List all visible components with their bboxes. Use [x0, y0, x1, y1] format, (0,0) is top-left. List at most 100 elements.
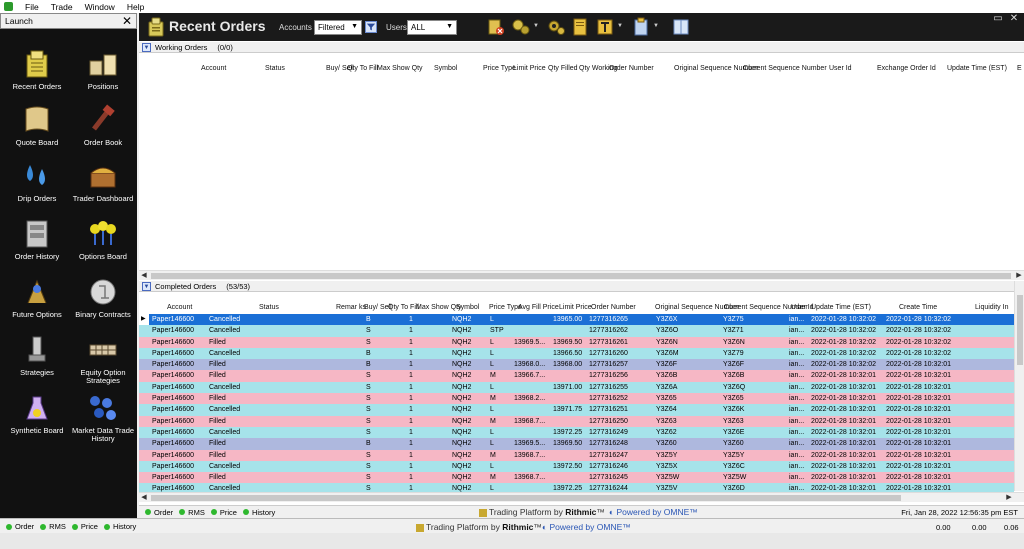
- menu-file[interactable]: File: [19, 2, 45, 12]
- table-row[interactable]: Paper146600 Filled S 1 NQH2 M 13968.7... 127731…: [139, 472, 1014, 484]
- scroll-left-icon[interactable]: ◀: [139, 493, 149, 503]
- completed-col-header[interactable]: Create Time: [899, 304, 937, 312]
- cancel-orders-icon[interactable]: [486, 17, 506, 37]
- table-row[interactable]: Paper146600 Cancelled S 1 NQH2 L 13971.75 12773…: [139, 404, 1014, 416]
- settings-gears-icon[interactable]: [546, 17, 566, 37]
- working-col-header[interactable]: Symbol: [434, 65, 457, 73]
- working-col-header[interactable]: Limit Price: [513, 65, 546, 73]
- menu-trade[interactable]: Trade: [45, 2, 79, 12]
- accounts-filter-button[interactable]: [365, 21, 377, 33]
- cell-user: ian...: [789, 417, 805, 425]
- layout-columns-icon[interactable]: [671, 17, 691, 37]
- table-row[interactable]: Paper146600 Filled S 1 NQH2 M 13968.7... 127731…: [139, 415, 1014, 427]
- table-row[interactable]: Paper146600 Cancelled S 1 NQH2 L 13971.00 12773…: [139, 381, 1014, 394]
- cell-cur: Y3Z6F: [723, 361, 745, 369]
- scroll-right-icon[interactable]: ▶: [1004, 493, 1014, 503]
- menu-window[interactable]: Window: [79, 2, 121, 12]
- filter-icon[interactable]: ▼: [142, 281, 151, 291]
- scroll-left-icon[interactable]: ◀: [139, 271, 149, 281]
- launch-item-equity-option-strategies[interactable]: Equity Option Strategies: [70, 333, 136, 389]
- table-row[interactable]: Paper146600 Filled B 1 NQH2 L 13968.0... 13968.…: [139, 359, 1014, 371]
- accounts-select[interactable]: Filtered ▼: [314, 20, 362, 35]
- launch-close-button[interactable]: ✕: [122, 15, 132, 27]
- working-col-header[interactable]: Qty Filled: [548, 65, 578, 73]
- table-row[interactable]: Paper146600 Cancelled B 1 NQH2 L 13966.50 12773…: [139, 347, 1014, 360]
- working-col-header[interactable]: Qty To Fill: [347, 65, 378, 73]
- cell-side: S: [366, 372, 371, 380]
- completed-col-header[interactable]: Status: [259, 304, 279, 312]
- table-row[interactable]: Paper146600 Cancelled S 1 NQH2 STP 1277316262 Y…: [139, 325, 1014, 337]
- completed-col-header[interactable]: Max Show Qty: [416, 304, 462, 312]
- scroll-right-icon[interactable]: ▶: [1014, 271, 1024, 281]
- table-row[interactable]: ▶ Paper146600 Cancelled B 1 NQH2 L 13965.00 1277…: [139, 314, 1014, 326]
- completed-col-header[interactable]: Avg Fill Price: [518, 304, 559, 312]
- notes-icon[interactable]: [570, 17, 590, 37]
- cell-symbol: NQH2: [452, 327, 472, 335]
- launch-item-market-data-trade-history[interactable]: Market Data Trade History: [70, 391, 136, 447]
- working-col-header[interactable]: Update Time (EST): [947, 65, 1007, 73]
- users-select[interactable]: ALL ▼: [407, 20, 457, 35]
- launch-item-drip-orders[interactable]: Drip Orders: [4, 159, 70, 215]
- table-row[interactable]: Paper146600 Filled S 1 NQH2 M 13966.7... 127731…: [139, 370, 1014, 382]
- completed-col-header[interactable]: Price Type: [489, 304, 522, 312]
- launch-item-quote-board[interactable]: Quote Board: [4, 103, 70, 159]
- completed-col-header[interactable]: Account: [167, 304, 192, 312]
- filter-icon[interactable]: ▼: [142, 42, 151, 52]
- table-row[interactable]: Paper146600 Cancelled S 1 NQH2 L 13972.25 12773…: [139, 483, 1014, 492]
- working-col-header[interactable]: Exchange Order Id: [877, 65, 936, 73]
- completed-col-header[interactable]: Liquidity In: [975, 304, 1008, 312]
- working-col-header[interactable]: User Id: [829, 65, 852, 73]
- completed-col-header[interactable]: Remar ks: [336, 304, 366, 312]
- table-row[interactable]: Paper146600 Cancelled S 1 NQH2 L 13972.25 12773…: [139, 426, 1014, 439]
- working-col-header[interactable]: E: [1017, 65, 1022, 73]
- working-col-header[interactable]: Price Type: [483, 65, 516, 73]
- table-row[interactable]: Paper146600 Filled B 1 NQH2 L 13969.5... 13969.…: [139, 438, 1014, 450]
- table-row[interactable]: Paper146600 Filled S 1 NQH2 M 13968.7... 127731…: [139, 449, 1014, 461]
- scroll-thumb[interactable]: [151, 495, 901, 501]
- status-datetime: Fri, Jan 28, 2022 12:56:35 pm EST: [901, 507, 1018, 517]
- pnl-value-1: 0.00: [936, 523, 951, 532]
- table-row[interactable]: Paper146600 Filled S 1 NQH2 L 13969.5... 13969.…: [139, 336, 1014, 348]
- modify-orders-icon[interactable]: [511, 17, 531, 37]
- working-col-header[interactable]: Status: [265, 65, 285, 73]
- close-window-button[interactable]: ✕: [1007, 14, 1021, 25]
- launch-item-future-options[interactable]: Future Options: [4, 275, 70, 331]
- clipboard-icon[interactable]: [631, 17, 651, 37]
- cell-user: ian...: [789, 338, 805, 346]
- completed-vscrollbar[interactable]: [1014, 281, 1024, 491]
- launch-item-synthetic-board[interactable]: Synthetic Board: [4, 391, 70, 447]
- working-col-header[interactable]: Max Show Qty: [377, 65, 423, 73]
- launch-item-options-board[interactable]: Options Board: [70, 217, 136, 273]
- cell-ptype: M: [490, 417, 496, 425]
- cell-create: 2022-01-28 10:32:01: [886, 417, 951, 425]
- launch-item-binary-contracts[interactable]: Binary Contracts: [70, 275, 136, 331]
- cell-orig: Y3Z62: [656, 428, 677, 436]
- chevron-down-icon[interactable]: ▼: [617, 23, 623, 29]
- launch-item-strategies[interactable]: Strategies: [4, 333, 70, 389]
- restore-button[interactable]: ▭: [991, 14, 1005, 25]
- completed-col-header[interactable]: Limit Price: [559, 304, 592, 312]
- completed-col-header[interactable]: Order Number: [591, 304, 636, 312]
- scroll-thumb[interactable]: [151, 273, 1011, 279]
- chevron-down-icon[interactable]: ▼: [533, 23, 539, 29]
- users-label: Users: [386, 23, 407, 32]
- completed-hscrollbar[interactable]: ◀ ▶: [139, 492, 1024, 502]
- launch-item-trader-dashboard[interactable]: Trader Dashboard: [70, 159, 136, 215]
- table-row[interactable]: Paper146600 Cancelled S 1 NQH2 L 13972.50 12773…: [139, 460, 1014, 473]
- chevron-down-icon[interactable]: ▼: [653, 23, 659, 29]
- launch-item-positions[interactable]: Positions: [70, 47, 136, 103]
- table-row[interactable]: Paper146600 Filled S 1 NQH2 M 13968.2... 127731…: [139, 393, 1014, 405]
- working-hscrollbar[interactable]: ◀ ▶: [139, 270, 1024, 280]
- launch-item-order-book[interactable]: Order Book: [70, 103, 136, 159]
- launch-item-order-history[interactable]: Order History: [4, 217, 70, 273]
- completed-col-header[interactable]: Qty To Fill: [388, 304, 419, 312]
- working-col-header[interactable]: Order Number: [609, 65, 654, 73]
- completed-col-header[interactable]: Symbol: [456, 304, 479, 312]
- launch-item-recent-orders[interactable]: Recent Orders: [4, 47, 70, 103]
- scroll-thumb[interactable]: [1017, 295, 1023, 365]
- working-col-header[interactable]: Current Sequence Number: [743, 65, 827, 73]
- menu-help[interactable]: Help: [121, 2, 150, 12]
- completed-col-header[interactable]: Update Time (EST): [811, 304, 871, 312]
- text-format-icon[interactable]: [595, 17, 615, 37]
- working-col-header[interactable]: Account: [201, 65, 226, 73]
